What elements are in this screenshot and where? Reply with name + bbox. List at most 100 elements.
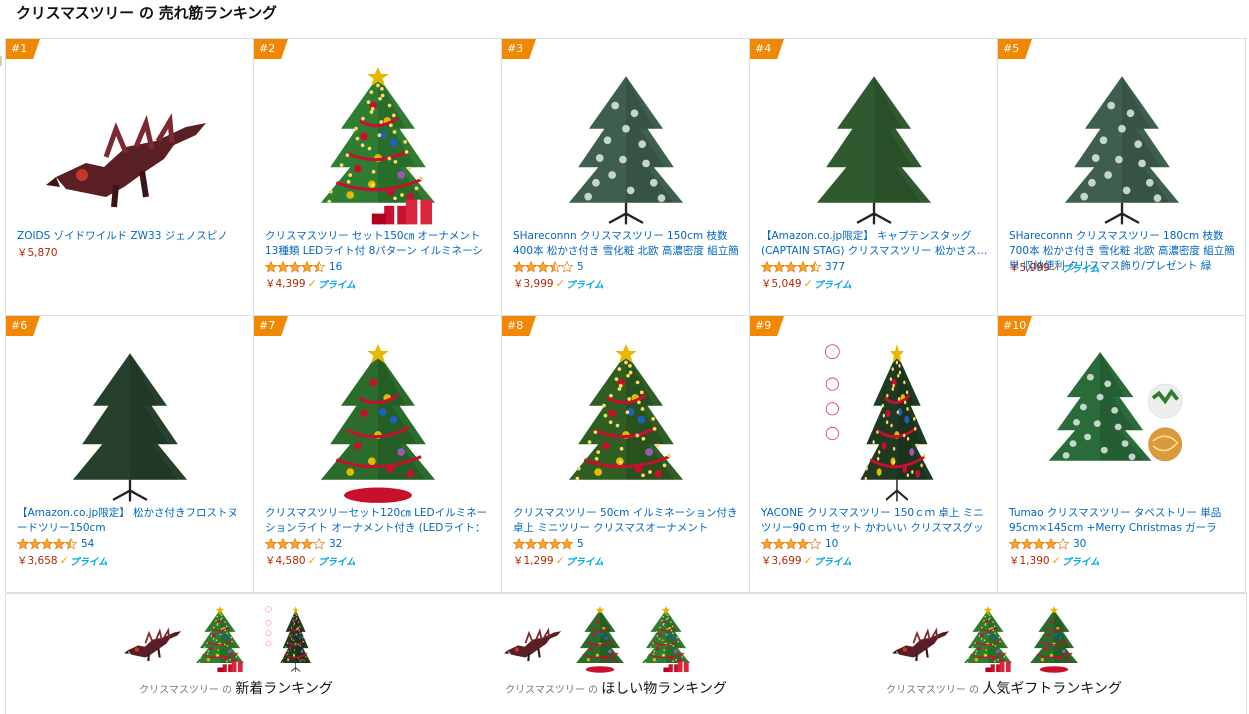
review-count[interactable]: 30 xyxy=(1073,538,1086,550)
rank-badge: #5 xyxy=(998,39,1032,59)
prime-badge: ✓ プライム xyxy=(804,277,852,291)
rank-badge: #3 xyxy=(502,39,536,59)
product-rating[interactable]: 5 xyxy=(513,537,584,551)
prime-label: プライム xyxy=(69,556,108,568)
ranking-link[interactable]: クリスマスツリー の ほしい物ランキング xyxy=(426,594,806,712)
product-price: ￥4,399 xyxy=(265,278,306,290)
ranking-link-label[interactable]: クリスマスツリー の 人気ギフトランキング xyxy=(814,678,1194,698)
star-icon xyxy=(797,538,809,550)
product-card[interactable]: #6 【Amazon.co.jp限定】 松かさ付きフロストヌードツリー150cm… xyxy=(6,316,254,593)
product-title-link[interactable]: ZOIDS ゾイドワイルド ZW33 ジェノスピノ xyxy=(17,229,245,244)
star-icon xyxy=(301,261,313,273)
product-card[interactable]: #1 ZOIDS ゾイドワイルド ZW33 ジェノスピノ ￥5,870 xyxy=(6,39,254,316)
star-icon xyxy=(785,538,797,550)
product-title-link[interactable]: SHareconnn クリスマスツリー 150cm 枝数400本 松かさ付き 雪… xyxy=(513,229,741,259)
star-icon xyxy=(773,538,785,550)
review-count[interactable]: 32 xyxy=(329,538,342,550)
product-title-link[interactable]: 【Amazon.co.jp限定】 キャプテンスタッグ(CAPTAIN STAG)… xyxy=(761,229,989,259)
product-card[interactable]: #7 クリスマスツリーセット120㎝ LEDイルミネーションライト オーナメント… xyxy=(254,316,502,593)
product-image[interactable] xyxy=(294,344,462,506)
star-icon xyxy=(537,538,549,550)
prime-badge: ✓ プライム xyxy=(1052,261,1100,275)
product-price: ￥4,580 xyxy=(265,555,306,567)
product-rating[interactable]: 54 xyxy=(17,537,94,551)
star-icon xyxy=(313,538,325,550)
star-icon xyxy=(525,538,537,550)
product-image[interactable] xyxy=(542,67,710,229)
ranking-category: クリスマスツリー の xyxy=(886,685,983,696)
product-image[interactable] xyxy=(46,344,214,506)
review-count[interactable]: 5 xyxy=(577,538,584,550)
product-image[interactable] xyxy=(294,67,462,229)
page-title: クリスマスツリー の 売れ筋ランキング xyxy=(16,4,277,22)
ranking-link[interactable]: クリスマスツリー の 人気ギフトランキング xyxy=(814,594,1194,712)
star-icon xyxy=(277,261,289,273)
product-card[interactable]: #4 【Amazon.co.jp限定】 キャプテンスタッグ(CAPTAIN ST… xyxy=(750,39,998,316)
star-icon xyxy=(1057,538,1069,550)
prime-label: プライム xyxy=(1061,263,1100,275)
ranking-link-label[interactable]: クリスマスツリー の 新着ランキング xyxy=(46,678,426,698)
product-card[interactable]: #9 YACONE クリスマスツリー 150ｃｍ 卓上 ミニ ツリー90ｃｍ セ… xyxy=(750,316,998,593)
review-count[interactable]: 377 xyxy=(825,261,845,273)
review-count[interactable]: 54 xyxy=(81,538,94,550)
prime-badge: ✓ プライム xyxy=(60,554,108,568)
product-card[interactable]: #2 クリスマスツリー セット150㎝ オーナメント 13種類 LEDライト付 … xyxy=(254,39,502,316)
page-edge-marker xyxy=(0,56,2,66)
star-icon xyxy=(761,538,773,550)
product-title-link[interactable]: クリスマスツリーセット120㎝ LEDイルミネーションライト オーナメント付き … xyxy=(265,506,493,536)
ranking-link[interactable]: クリスマスツリー の 新着ランキング xyxy=(46,594,426,712)
price-row: ￥5,999 ✓ プライム xyxy=(1009,260,1100,275)
prime-check-icon: ✓ xyxy=(1051,554,1061,567)
product-price: ￥3,699 xyxy=(761,555,802,567)
rank-badge: #9 xyxy=(750,316,784,336)
product-rating[interactable]: 10 xyxy=(761,537,838,551)
star-icon xyxy=(549,538,561,550)
star-icon xyxy=(1033,538,1045,550)
product-rating[interactable]: 16 xyxy=(265,260,342,274)
review-count[interactable]: 5 xyxy=(577,261,584,273)
prime-label: プライム xyxy=(1061,556,1100,568)
review-count[interactable]: 10 xyxy=(825,538,838,550)
product-card[interactable]: #5 SHareconnn クリスマスツリー 180cm 枝数700本 松かさ付… xyxy=(998,39,1246,316)
star-icon xyxy=(265,538,277,550)
product-image[interactable] xyxy=(1038,67,1206,229)
product-title-link[interactable]: YACONE クリスマスツリー 150ｃｍ 卓上 ミニ ツリー90ｃｍ セット … xyxy=(761,506,989,536)
prime-badge: ✓ プライム xyxy=(556,554,604,568)
product-title-link[interactable]: 【Amazon.co.jp限定】 松かさ付きフロストヌードツリー150cm xyxy=(17,506,245,536)
price-row: ￥5,870 xyxy=(17,245,58,260)
product-rating[interactable]: 377 xyxy=(761,260,845,274)
star-rating xyxy=(761,538,821,550)
price-row: ￥5,049 ✓ プライム xyxy=(761,276,852,291)
product-card[interactable]: #3 SHareconnn クリスマスツリー 150cm 枝数400本 松かさ付… xyxy=(502,39,750,316)
star-rating xyxy=(265,261,325,273)
ranking-link-label[interactable]: クリスマスツリー の ほしい物ランキング xyxy=(426,678,806,698)
product-title-link[interactable]: クリスマスツリー 50cm イルミネーション付き 卓上 ミニツリー クリスマスオ… xyxy=(513,506,741,536)
product-image[interactable] xyxy=(790,67,958,229)
prime-check-icon: ✓ xyxy=(803,554,813,567)
ranking-thumbnail xyxy=(636,606,696,674)
product-image[interactable] xyxy=(1038,344,1206,506)
product-image[interactable] xyxy=(542,344,710,506)
prime-label: プライム xyxy=(317,556,356,568)
ranking-thumbnail xyxy=(1024,606,1084,674)
review-count[interactable]: 16 xyxy=(329,261,342,273)
product-image[interactable] xyxy=(790,344,958,506)
star-icon xyxy=(1021,538,1033,550)
star-icon xyxy=(313,261,325,273)
star-icon xyxy=(1045,538,1057,550)
star-icon xyxy=(537,261,549,273)
star-rating xyxy=(513,538,573,550)
star-rating xyxy=(513,261,573,273)
product-rating[interactable]: 30 xyxy=(1009,537,1086,551)
product-rating[interactable]: 5 xyxy=(513,260,584,274)
product-title-link[interactable]: クリスマスツリー セット150㎝ オーナメント 13種類 LEDライト付 8パタ… xyxy=(265,229,493,259)
product-title-link[interactable]: Tumao クリスマスツリー タペストリー 単品 95cm×145cm +Mer… xyxy=(1009,506,1237,536)
product-card[interactable]: #8 クリスマスツリー 50cm イルミネーション付き 卓上 ミニツリー クリス… xyxy=(502,316,750,593)
product-rating[interactable]: 32 xyxy=(265,537,342,551)
price-row: ￥3,699 ✓ プライム xyxy=(761,553,852,568)
product-card[interactable]: #10 Tumao クリスマスツリー タペストリー 単品 95cm×145cm … xyxy=(998,316,1246,593)
star-icon xyxy=(761,261,773,273)
product-image[interactable] xyxy=(46,67,214,229)
rank-badge: #2 xyxy=(254,39,288,59)
star-icon xyxy=(561,538,573,550)
